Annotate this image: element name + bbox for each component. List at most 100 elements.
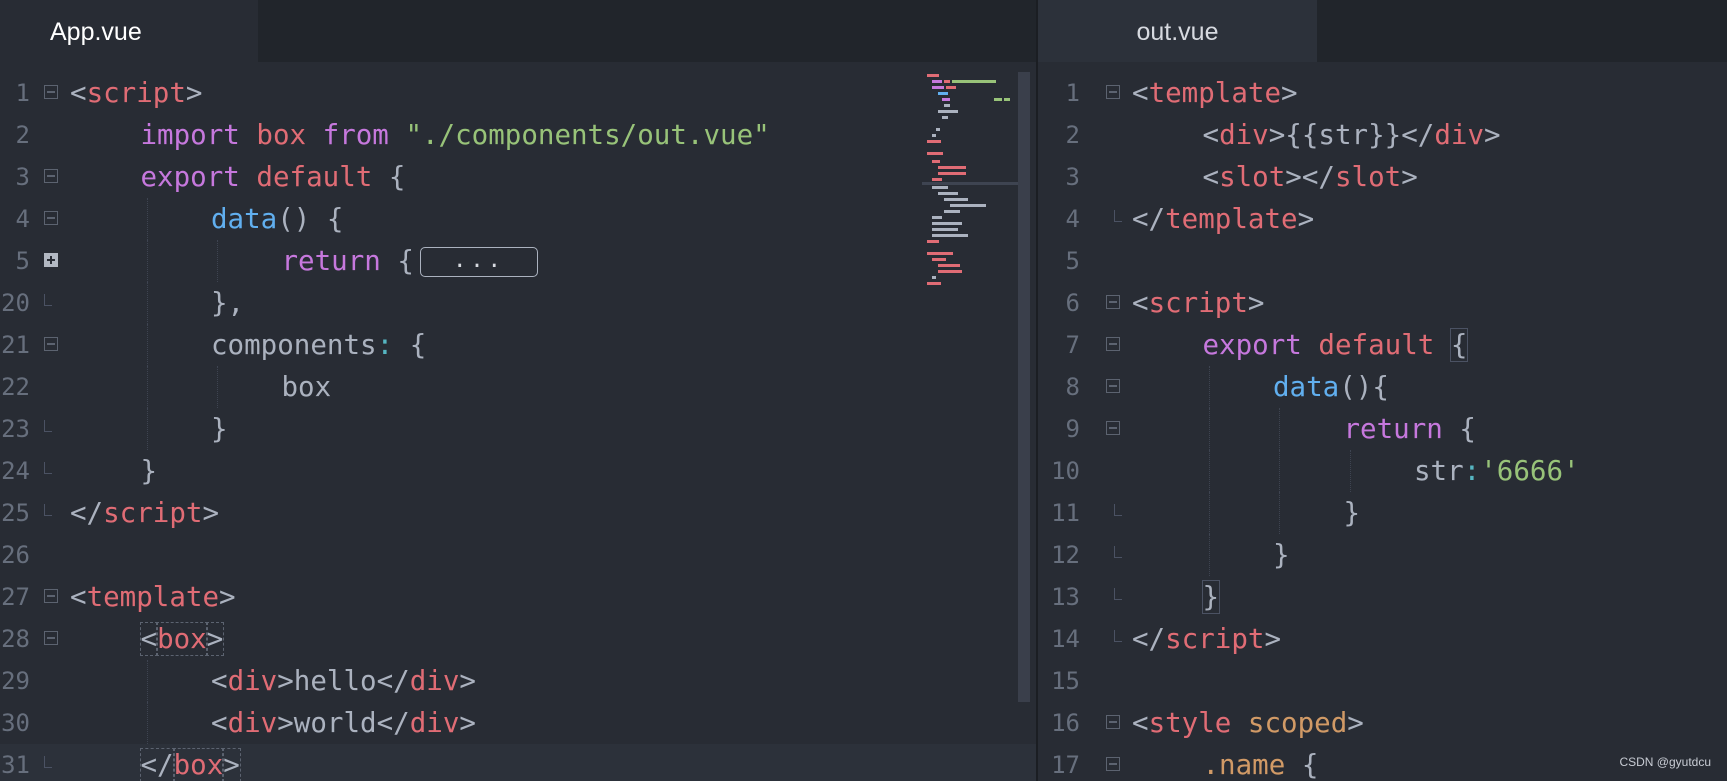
line-number: 21 [1,331,30,359]
code-token: : [376,329,394,361]
code-token: scoped [1247,707,1348,739]
fold-collapse-icon[interactable] [1106,85,1120,99]
code-text: <script> [70,72,202,114]
fold-collapse-icon[interactable] [1106,715,1120,729]
code-line[interactable]: 5 return {... [0,240,1036,282]
code-text: </script> [1132,618,1281,660]
minimap-scroll-slider[interactable] [1018,72,1030,702]
code-line[interactable]: 31 </box> [0,744,1036,781]
code-token: </ [70,497,104,529]
code-token: hello [293,665,377,697]
code-line[interactable]: 14 </script> [1038,618,1727,660]
code-line[interactable]: 6 <script> [1038,282,1727,324]
fold-collapse-icon[interactable] [1106,337,1120,351]
code-token: } [1273,539,1290,571]
code-line[interactable]: 16 <style scoped> [1038,702,1727,744]
code-line[interactable]: 8 data(){ [1038,366,1727,408]
code-line[interactable]: 1 <template> [1038,72,1727,114]
code-line[interactable]: 24} [0,450,1036,492]
fold-collapse-icon[interactable] [1106,421,1120,435]
code-line[interactable]: 1 <script> [0,72,1036,114]
fold-collapse-icon[interactable] [44,337,58,351]
code-line[interactable]: 9 return { [1038,408,1727,450]
fold-collapse-icon[interactable] [44,589,58,603]
minimap[interactable] [922,72,1018,702]
code-token: > [459,665,476,697]
line-number: 16 [1051,709,1080,737]
code-token: data [211,203,278,235]
code-token: default [256,161,373,193]
right-editor-pane: out.vue 1 <template> 2 <div>{{str}}</div> 3 <… [1038,0,1727,781]
code-token: > [1297,203,1315,235]
fold-collapse-icon[interactable] [44,169,58,183]
code-token: default [1318,329,1435,361]
code-line[interactable]: 7 export default { [1038,324,1727,366]
code-token: { [380,245,414,277]
code-token: export [140,161,240,193]
code-line[interactable]: 22 box [0,366,1036,408]
code-token: world [293,707,377,739]
code-line[interactable]: 30 <div>world</div> [0,702,1036,744]
fold-collapse-icon[interactable] [1106,757,1120,771]
line-number: 23 [1,415,30,443]
code-token: div [227,707,278,739]
code-text: } [1132,576,1221,618]
code-token: {{str}} [1285,119,1402,151]
code-line[interactable]: 10 str:'6666' [1038,450,1727,492]
tab-out-vue[interactable]: out.vue [1038,0,1317,62]
code-token: </ [139,748,175,781]
code-line[interactable]: 29 <div>hello</div> [0,660,1036,702]
fold-collapse-icon[interactable] [44,211,58,225]
code-line[interactable]: 4 </template> [1038,198,1727,240]
code-line[interactable]: 15 [1038,660,1727,702]
code-text: </template> [1132,198,1314,240]
pane-divider[interactable] [1036,0,1038,781]
code-token: > [1347,707,1364,739]
code-token: < [139,622,159,656]
right-code-editor[interactable]: 1 <template> 2 <div>{{str}}</div> 3 <slot></s… [1038,72,1727,781]
code-token: slot [1334,161,1402,193]
fold-expand-icon[interactable] [44,253,58,267]
code-line[interactable]: 27 <template> [0,576,1036,618]
fold-collapse-icon[interactable] [1106,295,1120,309]
line-number: 5 [15,247,30,275]
line-number: 25 [1,499,30,527]
code-token: export [1202,329,1302,361]
line-number: 4 [15,205,30,233]
code-line[interactable]: 26 [0,534,1036,576]
code-line[interactable]: 2 <div>{{str}}</div> [1038,114,1727,156]
code-text: </box> [70,744,241,781]
code-line[interactable]: 5 [1038,240,1727,282]
fold-collapse-icon[interactable] [1106,379,1120,393]
code-token: (){ [1339,371,1389,403]
code-line[interactable]: 21 components: { [0,324,1036,366]
code-token: > [185,77,203,109]
code-token: slot [1219,161,1286,193]
code-token: { [393,329,427,361]
code-line[interactable]: 25 </script> [0,492,1036,534]
code-line[interactable]: 11} [1038,492,1727,534]
code-line[interactable]: 12} [1038,534,1727,576]
code-line[interactable]: 28 <box> [0,618,1036,660]
code-token: template [1148,77,1282,109]
code-line[interactable]: 2 import box from "./components/out.vue" [0,114,1036,156]
code-line[interactable]: 3 export default { [0,156,1036,198]
code-text: <box> [70,618,225,660]
code-token: } [1343,497,1361,529]
code-token: } [211,413,228,445]
code-line[interactable]: 3 <slot></slot> [1038,156,1727,198]
code-token: < [70,77,87,109]
code-line[interactable]: 13} [1038,576,1727,618]
fold-collapse-icon[interactable] [44,85,58,99]
left-code-editor[interactable]: 1 <script> 2 import box from "./components/… [0,72,1036,781]
code-line[interactable]: 4 data() { [0,198,1036,240]
code-token: { [1285,749,1319,781]
code-line[interactable]: 23} [0,408,1036,450]
fold-collapse-icon[interactable] [44,631,58,645]
tab-app-vue[interactable]: App.vue [0,0,258,62]
code-text: <script> [1132,282,1264,324]
folded-code-placeholder[interactable]: ... [419,247,538,277]
code-line[interactable]: 20}, [0,282,1036,324]
